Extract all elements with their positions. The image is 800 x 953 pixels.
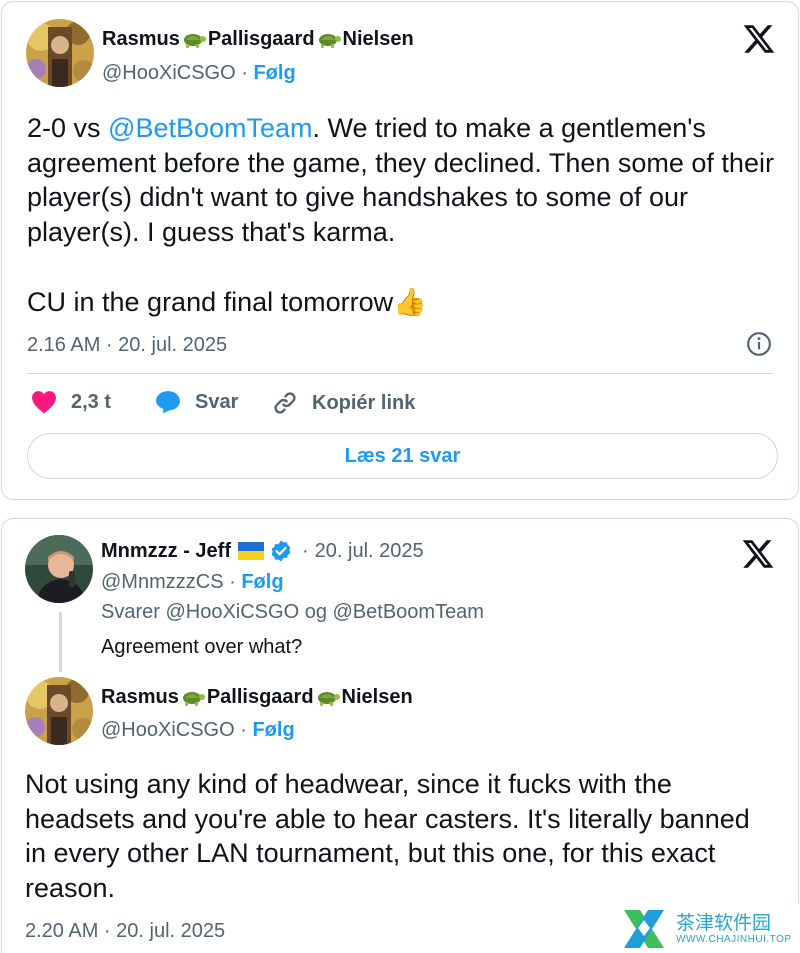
replying-to[interactable]: Svarer @HooXiCSGO og @BetBoomTeam	[101, 601, 484, 624]
copy-link-label: Kopiér link	[312, 391, 416, 414]
verified-badge-icon	[271, 540, 291, 562]
separator: ·	[302, 539, 309, 562]
heart-icon	[32, 391, 56, 414]
reply-bubble-icon	[156, 391, 180, 414]
divider	[27, 373, 773, 374]
mention-link[interactable]: @BetBoomTeam	[108, 113, 313, 143]
x-logo-icon[interactable]	[741, 537, 775, 571]
author-name[interactable]: Rasmus Pallisgaard Nielsen	[102, 28, 414, 51]
watermark-logo-icon	[624, 910, 664, 948]
follow-button[interactable]: Følg	[252, 719, 294, 741]
tweet-text: 2-0 vs @BetBoomTeam. We tried to make a …	[27, 113, 774, 247]
turtle-emoji-icon	[181, 30, 207, 48]
watermark-subtext: WWW.CHAJINHUI.TOP	[676, 934, 792, 945]
reply-button[interactable]: Svar	[155, 390, 238, 414]
tweet-timestamp[interactable]: 2.20 AM · 20. jul. 2025	[25, 920, 225, 943]
tweet-date[interactable]: 20. jul. 2025	[315, 540, 424, 563]
separator: ·	[240, 719, 247, 741]
like-button[interactable]: 2,3 t	[31, 390, 111, 414]
author-handle-line: @HooXiCSGO · Følg	[101, 719, 295, 742]
x-logo-icon[interactable]	[742, 22, 776, 56]
turtle-emoji-icon	[180, 688, 206, 706]
author-handle-line: @HooXiCSGO · Følg	[102, 62, 296, 85]
separator: ·	[229, 571, 236, 593]
avatar[interactable]	[25, 677, 93, 745]
turtle-emoji-icon	[315, 688, 341, 706]
watermark: 茶津软件园 WWW.CHAJINHUI.TOP	[618, 904, 800, 953]
thread-line	[59, 612, 62, 672]
tweet-card: Rasmus Pallisgaard Nielsen @HooXiCSGO · Fø…	[1, 1, 799, 500]
like-count: 2,3 t	[71, 390, 112, 413]
ukraine-flag-icon	[238, 542, 264, 560]
author-handle[interactable]: @MnmzzzCS	[101, 571, 224, 593]
tweet-timestamp[interactable]: 2.16 AM · 20. jul. 2025	[27, 334, 227, 357]
thumbs-up-emoji: 👍	[393, 287, 427, 317]
reply-label: Svar	[195, 390, 239, 413]
parent-tweet-text: Agreement over what?	[101, 636, 303, 658]
avatar[interactable]	[25, 535, 93, 603]
author-handle-line: @MnmzzzCS · Følg	[101, 571, 284, 594]
follow-button[interactable]: Følg	[241, 571, 283, 593]
link-icon	[274, 392, 296, 414]
follow-button[interactable]: Følg	[253, 62, 295, 84]
tweet-text: Not using any kind of headwear, since it…	[25, 769, 750, 903]
copy-link-button[interactable]: Kopiér link	[272, 390, 415, 416]
info-icon[interactable]	[746, 331, 772, 357]
author-name[interactable]: Mnmzzz - Jeff · 20. jul. 2025	[101, 539, 424, 563]
turtle-emoji-icon	[316, 30, 342, 48]
separator: ·	[241, 62, 248, 84]
author-handle[interactable]: @HooXiCSGO	[102, 62, 236, 84]
watermark-text: 茶津软件园	[676, 912, 772, 934]
author-name[interactable]: Rasmus Pallisgaard Nielsen	[101, 686, 413, 709]
tweet-text-line2: CU in the grand final tomorrow👍	[27, 287, 427, 317]
author-handle[interactable]: @HooXiCSGO	[101, 719, 235, 741]
read-replies-button[interactable]: Læs 21 svar	[27, 433, 778, 479]
avatar[interactable]	[26, 19, 94, 87]
